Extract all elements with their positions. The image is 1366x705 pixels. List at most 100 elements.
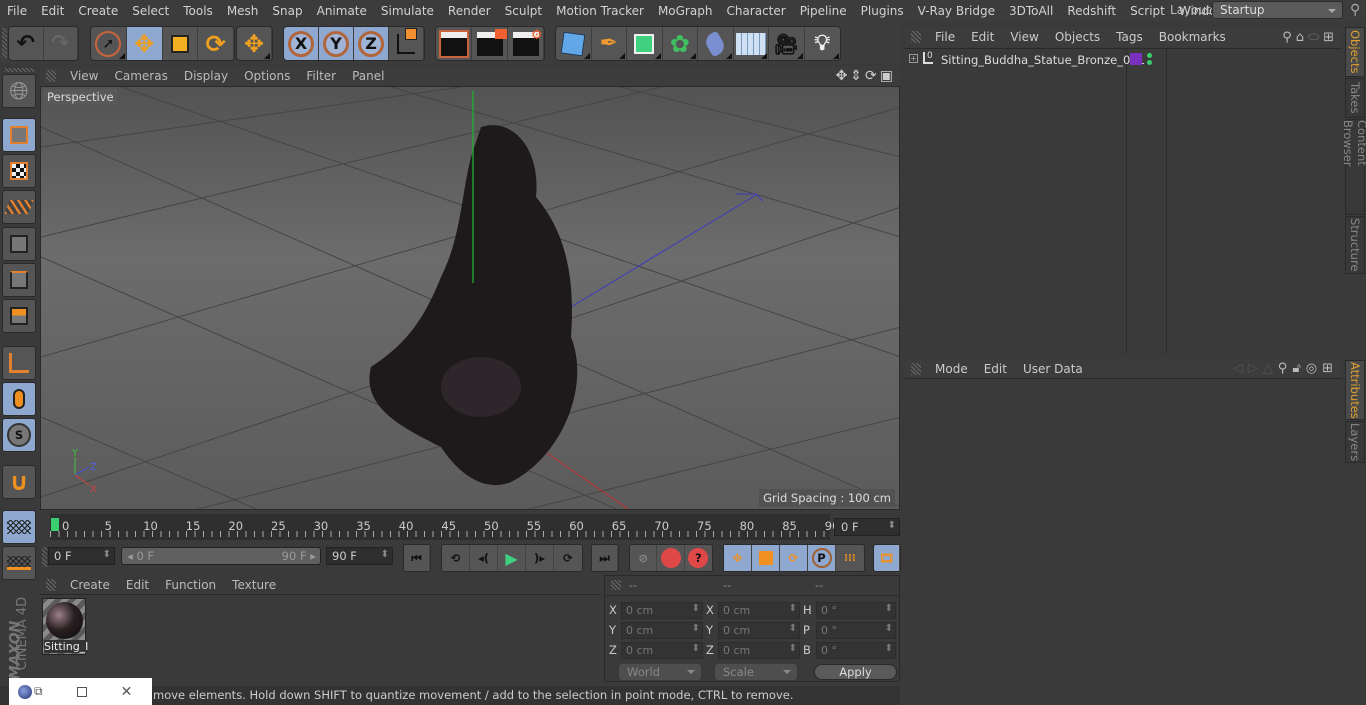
tweak-mode-button[interactable] xyxy=(2,382,36,416)
new-panel-icon[interactable]: ⊞ xyxy=(1322,361,1338,376)
viewport-menu-view[interactable]: View xyxy=(62,69,106,83)
search-icon[interactable]: ⚲ xyxy=(1350,2,1360,18)
floor-button[interactable] xyxy=(734,27,769,60)
rot-h-field[interactable]: 0 ° xyxy=(816,602,896,619)
menu-sculpt[interactable]: Sculpt xyxy=(498,4,549,18)
render-to-picture-viewer-button[interactable] xyxy=(472,27,508,60)
attributes-menu-edit[interactable]: Edit xyxy=(976,362,1015,376)
menu-animate[interactable]: Animate xyxy=(310,4,374,18)
toolbar-grip[interactable] xyxy=(2,28,7,58)
tab-objects[interactable]: Objects xyxy=(1345,27,1365,77)
rot-b-field[interactable]: 0 ° xyxy=(816,642,896,659)
tab-content-browser[interactable]: Content Browser xyxy=(1341,119,1366,215)
subdivision-button[interactable] xyxy=(627,27,663,60)
pos-z-field[interactable]: 0 cm xyxy=(621,642,703,659)
help-key-button[interactable]: ? xyxy=(685,545,712,571)
up-icon[interactable]: △ xyxy=(1263,361,1278,376)
play-button[interactable]: ▶ xyxy=(498,545,526,571)
scale-tool-button[interactable] xyxy=(163,27,199,60)
recent-move-button[interactable]: ✥ xyxy=(237,27,272,60)
viewport-menu-panel[interactable]: Panel xyxy=(344,69,392,83)
key-scale-button[interactable] xyxy=(752,545,780,571)
object-name[interactable]: Sitting_Buddha_Statue_Bronze_001 xyxy=(941,53,1145,67)
next-key-button[interactable]: ⟳ xyxy=(554,545,582,571)
coordinate-system-button[interactable] xyxy=(389,27,424,60)
points-mode-button[interactable] xyxy=(2,227,36,261)
objects-menu-view[interactable]: View xyxy=(1002,30,1046,44)
material-menu-function[interactable]: Function xyxy=(157,578,224,592)
objects-menu-objects[interactable]: Objects xyxy=(1047,30,1108,44)
menu-simulate[interactable]: Simulate xyxy=(374,4,441,18)
tab-layers[interactable]: Layers xyxy=(1345,421,1365,463)
palette-grip[interactable] xyxy=(4,68,34,72)
menu-snap[interactable]: Snap xyxy=(265,4,309,18)
pan-view-icon[interactable]: ✥ xyxy=(836,68,851,84)
pos-y-field[interactable]: 0 cm xyxy=(621,622,703,639)
key-pla-button[interactable]: ⁝⁝⁝ xyxy=(836,545,864,571)
visibility-dots[interactable] xyxy=(1147,53,1152,58)
search-icon[interactable]: ⚲ xyxy=(1278,361,1293,376)
key-rotation-button[interactable]: ⟳ xyxy=(780,545,808,571)
rotate-tool-button[interactable]: ⟳ xyxy=(198,27,234,60)
objects-menu-edit[interactable]: Edit xyxy=(963,30,1002,44)
menu-3dtoall[interactable]: 3DToAll xyxy=(1002,4,1060,18)
autokey-button[interactable] xyxy=(657,545,685,571)
prev-frame-button[interactable]: ◂( xyxy=(470,545,498,571)
menu-pipeline[interactable]: Pipeline xyxy=(793,4,854,18)
transport-grip[interactable] xyxy=(42,547,47,567)
axis-mode-button[interactable] xyxy=(2,346,36,380)
make-editable-button[interactable]: 🌐︎ xyxy=(2,74,36,108)
render-view-button[interactable] xyxy=(436,27,472,60)
menu-motion-tracker[interactable]: Motion Tracker xyxy=(549,4,651,18)
viewport-menu-filter[interactable]: Filter xyxy=(298,69,344,83)
undo-button[interactable]: ↶ xyxy=(9,27,44,60)
3d-viewport[interactable]: Y Z X Perspective Grid Spacing : 100 cm xyxy=(40,86,900,510)
redo-button[interactable]: ↷ xyxy=(44,27,78,60)
live-selection-button[interactable]: ➚ xyxy=(91,27,127,60)
menu-mesh[interactable]: Mesh xyxy=(220,4,266,18)
menu-tools[interactable]: Tools xyxy=(176,4,220,18)
toggle-view-icon[interactable]: ▣ xyxy=(880,68,896,84)
target-icon[interactable]: ◎ xyxy=(1306,361,1322,376)
material-item[interactable]: Sitting_I xyxy=(42,598,89,655)
solo-button[interactable]: S xyxy=(2,418,36,452)
search-icon[interactable]: ⚲ xyxy=(1282,30,1296,45)
back-icon[interactable]: ◁▷ xyxy=(1233,361,1263,376)
coords-grip[interactable] xyxy=(611,580,621,590)
menu-character[interactable]: Character xyxy=(719,4,792,18)
attributes-menu-user-data[interactable]: User Data xyxy=(1015,362,1091,376)
size-x-field[interactable]: 0 cm xyxy=(718,602,800,619)
menu-edit[interactable]: Edit xyxy=(34,4,71,18)
viewport-menu-cameras[interactable]: Cameras xyxy=(106,69,175,83)
workplane-mode-button[interactable] xyxy=(2,190,36,224)
z-axis-button[interactable]: Z xyxy=(354,27,389,60)
dolly-view-icon[interactable]: ⇕ xyxy=(850,68,865,84)
material-tag-icon[interactable] xyxy=(1130,53,1142,65)
material-menu-texture[interactable]: Texture xyxy=(224,578,284,592)
end-frame-field[interactable]: 90 F xyxy=(326,547,393,565)
viewport-menu-options[interactable]: Options xyxy=(236,69,298,83)
rot-p-field[interactable]: 0 ° xyxy=(816,622,896,639)
texture-mode-button[interactable] xyxy=(2,154,36,188)
menu-script[interactable]: Script xyxy=(1123,4,1172,18)
close-icon[interactable]: ✕ xyxy=(121,684,133,700)
pen-button[interactable]: ✒ xyxy=(592,27,627,60)
tab-takes[interactable]: Takes xyxy=(1345,78,1365,118)
attributes-grip[interactable] xyxy=(911,362,921,375)
material-menu-edit[interactable]: Edit xyxy=(118,578,157,592)
menu-plugins[interactable]: Plugins xyxy=(854,4,911,18)
material-menu-create[interactable]: Create xyxy=(62,578,118,592)
goto-start-button[interactable]: ⏮ xyxy=(404,545,430,571)
key-parameter-button[interactable]: P xyxy=(808,545,836,571)
model-mode-button[interactable] xyxy=(2,118,36,152)
next-frame-button[interactable]: )▸ xyxy=(526,545,554,571)
apply-button[interactable]: Apply xyxy=(814,664,897,680)
attributes-menu-mode[interactable]: Mode xyxy=(927,362,976,376)
menu-redshift[interactable]: Redshift xyxy=(1060,4,1123,18)
material-grip[interactable] xyxy=(46,578,56,591)
workplane-lock-button[interactable] xyxy=(2,510,36,544)
light-button[interactable]: 💡︎ xyxy=(805,27,840,60)
timeline-ruler[interactable]: 0 5 10 15 20 25 30 35 40 45 50 55 60 65 70 75 80 85 90 xyxy=(50,514,839,540)
size-z-field[interactable]: 0 cm xyxy=(718,642,800,659)
object-row[interactable]: + 0 Sitting_Buddha_Statue_Bronze_001 xyxy=(905,51,1342,71)
